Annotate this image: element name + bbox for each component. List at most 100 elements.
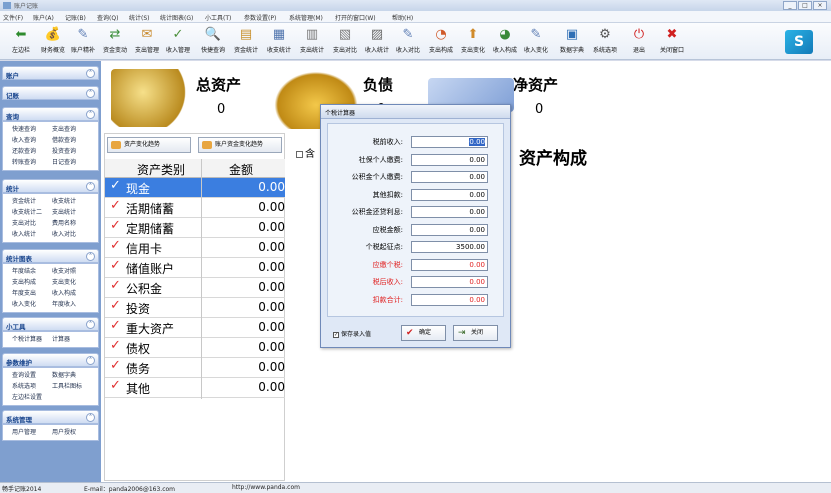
sidebar-section-header[interactable]: 统计图表 ⌃ bbox=[2, 249, 99, 263]
table-row[interactable]: ✓ 定期储蓄 0.00 bbox=[105, 218, 285, 238]
chevron-up-icon[interactable]: ⌃ bbox=[86, 110, 95, 119]
sidebar-link[interactable]: 收入查询 bbox=[12, 135, 36, 144]
field-input[interactable]: 0.00 bbox=[411, 258, 488, 271]
sidebar-link[interactable]: 用户授权 bbox=[52, 427, 76, 436]
field-input[interactable]: 0.00 bbox=[411, 293, 488, 306]
sidebar-link[interactable]: 用户管理 bbox=[12, 427, 36, 436]
sidebar-link[interactable]: 数据字典 bbox=[52, 370, 76, 379]
table-row[interactable]: ✓ 其他 0.00 bbox=[105, 378, 285, 398]
sidebar-section-header[interactable]: 查询 ⌃ bbox=[2, 107, 99, 121]
sidebar-link[interactable]: 日记查询 bbox=[52, 157, 76, 166]
sidebar-section-header[interactable]: 系统管理 ⌃ bbox=[2, 410, 99, 424]
field-input[interactable]: 0.00 bbox=[411, 171, 488, 183]
asset-category-cell: 公积金 bbox=[126, 282, 163, 296]
table-row[interactable]: ✓ 信用卡 0.00 bbox=[105, 238, 285, 258]
menu-bookkeeping[interactable]: 记账(B) bbox=[65, 13, 86, 22]
include-checkbox-label: 含 bbox=[305, 149, 315, 160]
chevron-up-icon[interactable]: ⌃ bbox=[86, 89, 95, 98]
sidebar-link[interactable]: 支出对比 bbox=[12, 218, 36, 227]
sidebar-link[interactable]: 年度结余 bbox=[12, 266, 36, 275]
asset-trend-button[interactable]: 资产变化趋势 bbox=[107, 137, 191, 153]
sidebar-section-header[interactable]: 小工具 ⌃ bbox=[2, 317, 99, 331]
maximize-button[interactable]: □ bbox=[798, 1, 812, 10]
account-trend-button[interactable]: 账户资金变化趋势 bbox=[198, 137, 282, 153]
sidebar-link[interactable]: 收支统计二 bbox=[12, 207, 42, 216]
close-window-button[interactable]: × bbox=[813, 1, 827, 10]
menu-statistics[interactable]: 统计(S) bbox=[129, 13, 150, 22]
sidebar-link[interactable]: 个税计算器 bbox=[12, 334, 42, 343]
sidebar-link[interactable]: 收入构成 bbox=[52, 288, 76, 297]
sidebar-link[interactable]: 费用名称 bbox=[52, 218, 76, 227]
table-row[interactable]: ✓ 公积金 0.00 bbox=[105, 278, 285, 298]
sidebar-link[interactable]: 查询设置 bbox=[12, 370, 36, 379]
save-values-checkbox[interactable]: ✓ 保存录入值 bbox=[333, 329, 371, 338]
menu-query[interactable]: 查询(Q) bbox=[97, 13, 118, 22]
sidebar-link[interactable]: 收支统计 bbox=[52, 196, 76, 205]
field-input[interactable]: 3500.00 bbox=[411, 241, 488, 253]
sidebar-link[interactable]: 资金统计 bbox=[12, 196, 36, 205]
toolbar-button-5[interactable]: ✓ 收入管理 bbox=[161, 25, 195, 58]
sidebar-link[interactable]: 投资查询 bbox=[52, 146, 76, 155]
sidebar-link[interactable]: 工具栏图标 bbox=[52, 381, 82, 390]
menu-system[interactable]: 系统管理(M) bbox=[289, 13, 323, 22]
minimize-button[interactable]: _ bbox=[783, 1, 797, 10]
menu-charts[interactable]: 统计图表(G) bbox=[160, 13, 193, 22]
table-row[interactable]: ✓ 重大资产 0.00 bbox=[105, 318, 285, 338]
sidebar-link[interactable]: 借款查询 bbox=[52, 135, 76, 144]
sidebar-link[interactable]: 计算器 bbox=[52, 334, 70, 343]
sidebar-link[interactable]: 支出构成 bbox=[12, 277, 36, 286]
total-assets-value: 0 bbox=[217, 102, 226, 117]
menu-windows[interactable]: 打开的窗口(W) bbox=[335, 13, 376, 22]
sidebar-link[interactable]: 系统选项 bbox=[12, 381, 36, 390]
sidebar-link[interactable]: 左边栏设置 bbox=[12, 392, 42, 401]
sidebar-link[interactable]: 转账查询 bbox=[12, 157, 36, 166]
chevron-up-icon[interactable]: ⌃ bbox=[86, 413, 95, 422]
menu-account[interactable]: 账户(A) bbox=[33, 13, 54, 22]
sidebar-link[interactable]: 支出变化 bbox=[52, 277, 76, 286]
menu-file[interactable]: 文件(F) bbox=[3, 13, 23, 22]
chevron-up-icon[interactable]: ⌃ bbox=[86, 69, 95, 78]
menu-tools[interactable]: 小工具(T) bbox=[205, 13, 231, 22]
sidebar-section-header[interactable]: 记账 ⌃ bbox=[2, 86, 99, 100]
field-input[interactable]: 0.00 bbox=[411, 206, 488, 218]
field-input[interactable]: 0.00 bbox=[411, 223, 488, 236]
table-row[interactable]: ✓ 现金 0.00 bbox=[105, 178, 285, 198]
field-value: 0.00 bbox=[469, 173, 485, 181]
menu-settings[interactable]: 参数设置(P) bbox=[244, 13, 276, 22]
field-input[interactable]: 0.00 bbox=[411, 153, 488, 166]
chart-icon: ▦ bbox=[272, 27, 286, 42]
sidebar-link[interactable]: 年度收入 bbox=[52, 299, 76, 308]
table-row[interactable]: ✓ 活期储蓄 0.00 bbox=[105, 198, 285, 218]
sidebar-link[interactable]: 收支对照 bbox=[52, 266, 76, 275]
table-row[interactable]: ✓ 投资 0.00 bbox=[105, 298, 285, 318]
chevron-up-icon[interactable]: ⌃ bbox=[86, 356, 95, 365]
table-row[interactable]: ✓ 储值账户 0.00 bbox=[105, 258, 285, 278]
chevron-up-icon[interactable]: ⌃ bbox=[86, 320, 95, 329]
sidebar-link[interactable]: 快速查询 bbox=[12, 124, 36, 133]
field-input[interactable]: 0.00 bbox=[411, 136, 488, 148]
sidebar-link[interactable]: 支出统计 bbox=[52, 207, 76, 216]
toolbar-button-16[interactable]: ✎ 收入变化 bbox=[519, 25, 553, 58]
sidebar-link[interactable]: 收入变化 bbox=[12, 299, 36, 308]
toolbar-button-20[interactable]: ✖ 关闭窗口 bbox=[655, 25, 689, 58]
sidebar-link[interactable]: 年度支出 bbox=[12, 288, 36, 297]
field-input[interactable]: 0.00 bbox=[411, 276, 488, 288]
table-row[interactable]: ✓ 债务 0.00 bbox=[105, 358, 285, 378]
sidebar-link[interactable]: 收入统计 bbox=[12, 229, 36, 238]
menu-help[interactable]: 帮助(H) bbox=[392, 13, 413, 22]
chevron-up-icon[interactable]: ⌃ bbox=[86, 252, 95, 261]
toolbar-button-18[interactable]: ⚙ 系统选项 bbox=[588, 25, 622, 58]
chevron-up-icon[interactable]: ⌃ bbox=[86, 182, 95, 191]
ok-button[interactable]: ✔ 确定 bbox=[401, 325, 446, 341]
sidebar-link[interactable]: 收入对比 bbox=[52, 229, 76, 238]
sidebar-link[interactable]: 支出查询 bbox=[52, 124, 76, 133]
include-checkbox[interactable]: 含 bbox=[296, 145, 315, 160]
sidebar-section-header[interactable]: 统计 ⌃ bbox=[2, 179, 99, 193]
sidebar-link[interactable]: 还款查询 bbox=[12, 146, 36, 155]
sidebar-section-header[interactable]: 参数维护 ⌃ bbox=[2, 353, 99, 367]
field-value: 0.00 bbox=[469, 138, 485, 146]
field-input[interactable]: 0.00 bbox=[411, 188, 488, 201]
close-dialog-button[interactable]: ⇥ 关闭 bbox=[453, 325, 498, 341]
table-row[interactable]: ✓ 债权 0.00 bbox=[105, 338, 285, 358]
sidebar-section-header[interactable]: 账户 ⌃ bbox=[2, 66, 99, 80]
